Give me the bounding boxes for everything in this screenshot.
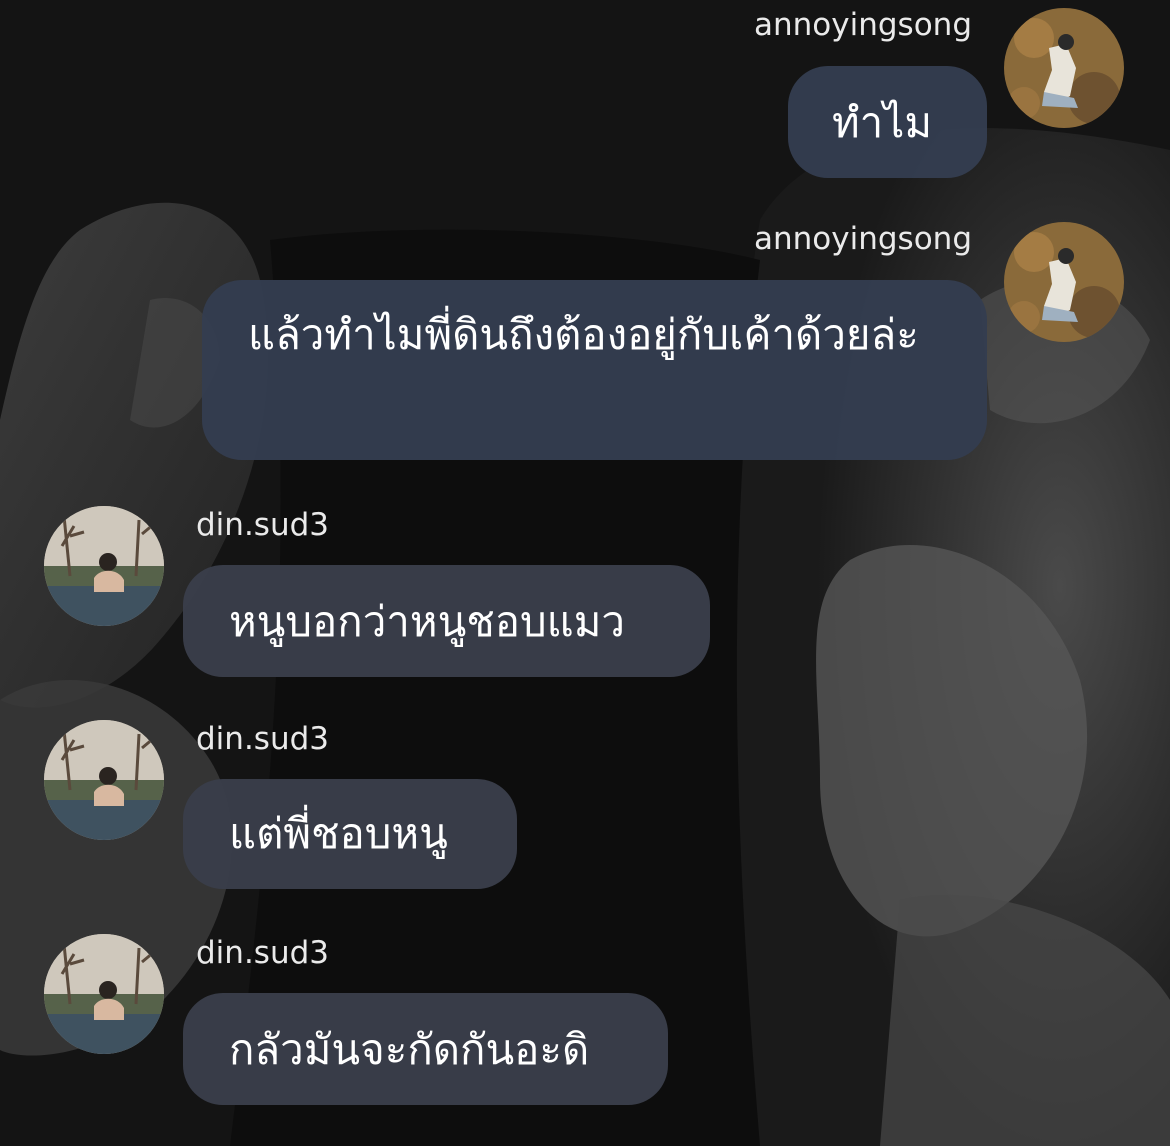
- message-text: หนูบอกว่าหนูชอบแมว: [229, 597, 626, 646]
- message-bubble-incoming[interactable]: กลัวมันจะกัดกันอะดิ: [183, 993, 668, 1105]
- avatar-din-sud3[interactable]: [44, 506, 164, 626]
- user-photo-icon: [1004, 8, 1124, 128]
- sender-name: din.sud3: [196, 721, 329, 757]
- message-bubble-incoming[interactable]: แต่พี่ชอบหนู: [183, 779, 517, 889]
- message-text: ทำไม: [832, 98, 933, 147]
- user-photo-icon: [44, 506, 164, 626]
- sender-name: din.sud3: [196, 935, 329, 971]
- avatar-din-sud3[interactable]: [44, 720, 164, 840]
- message-bubble-outgoing[interactable]: ทำไม: [788, 66, 987, 178]
- avatar-din-sud3[interactable]: [44, 934, 164, 1054]
- message-text: แล้วทำไมพี่ดินถึงต้องอยู่กับเค้าด้วยล่ะ: [248, 310, 919, 359]
- message-bubble-outgoing[interactable]: แล้วทำไมพี่ดินถึงต้องอยู่กับเค้าด้วยล่ะ: [202, 280, 987, 460]
- sender-name: annoyingsong: [754, 221, 972, 257]
- avatar-annoyingsong[interactable]: [1004, 8, 1124, 128]
- user-photo-icon: [44, 720, 164, 840]
- message-text: กลัวมันจะกัดกันอะดิ: [229, 1025, 590, 1074]
- user-photo-icon: [44, 934, 164, 1054]
- user-photo-icon: [1004, 222, 1124, 342]
- message-bubble-incoming[interactable]: หนูบอกว่าหนูชอบแมว: [183, 565, 710, 677]
- sender-name: din.sud3: [196, 507, 329, 543]
- sender-name: annoyingsong: [754, 7, 972, 43]
- message-text: แต่พี่ชอบหนู: [229, 809, 448, 858]
- avatar-annoyingsong[interactable]: [1004, 222, 1124, 342]
